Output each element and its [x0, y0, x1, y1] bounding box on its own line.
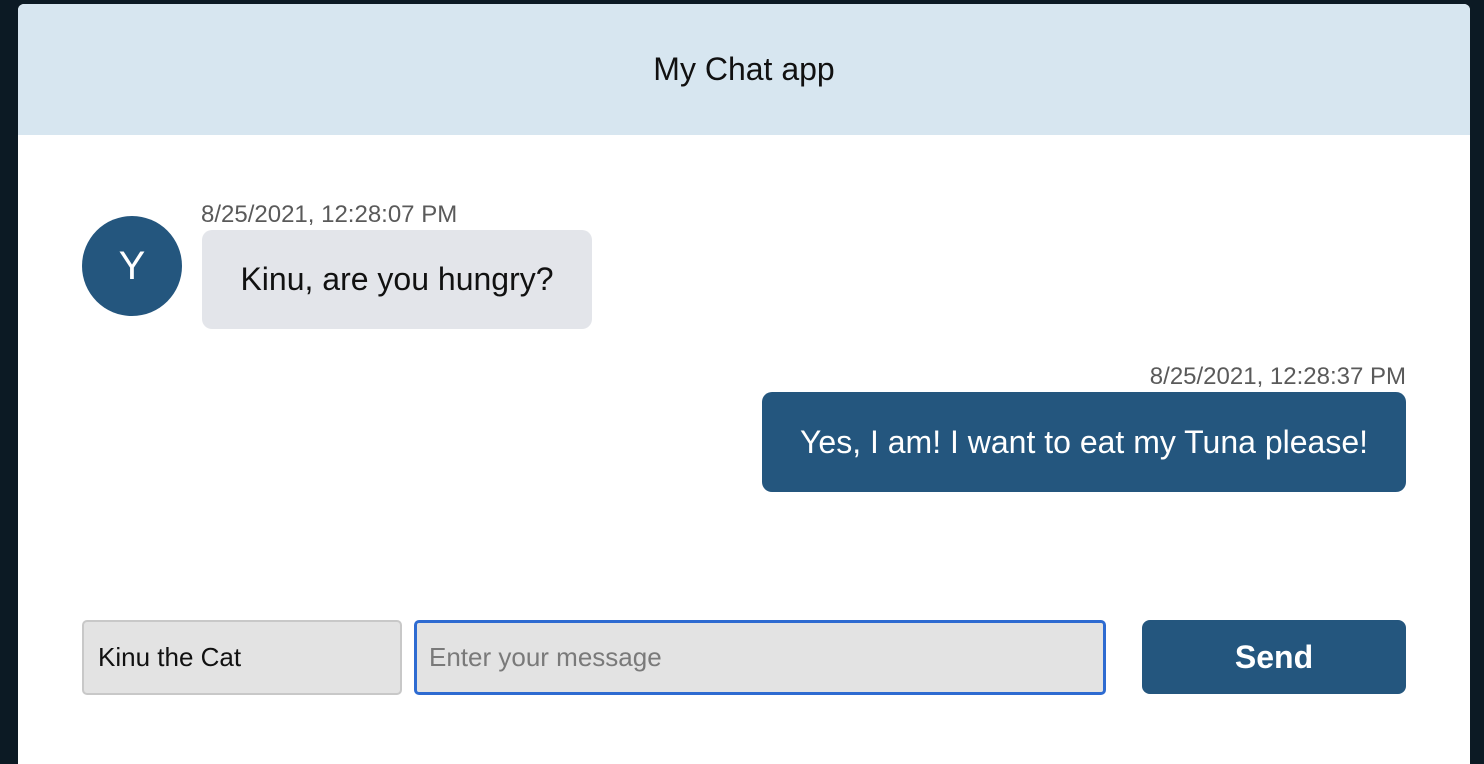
message-input[interactable]	[414, 620, 1106, 695]
send-button[interactable]: Send	[1142, 620, 1406, 694]
avatar: Y	[82, 216, 182, 316]
message-timestamp: 8/25/2021, 12:28:37 PM	[1149, 363, 1406, 390]
app-title: My Chat app	[653, 51, 835, 87]
username-input[interactable]	[82, 620, 402, 695]
app-header: My Chat app	[18, 4, 1470, 135]
message-bubble-sent: Yes, I am! I want to eat my Tuna please!	[762, 392, 1406, 492]
message-bubble-received: Kinu, are you hungry?	[202, 230, 592, 329]
chat-window: My Chat app 8/25/2021, 12:28:07 PM Y Kin…	[18, 4, 1470, 764]
message-timestamp: 8/25/2021, 12:28:07 PM	[201, 201, 458, 228]
message-text: Yes, I am! I want to eat my Tuna please!	[799, 423, 1368, 460]
avatar-initial: Y	[118, 243, 146, 288]
message-text: Kinu, are you hungry?	[240, 261, 554, 297]
